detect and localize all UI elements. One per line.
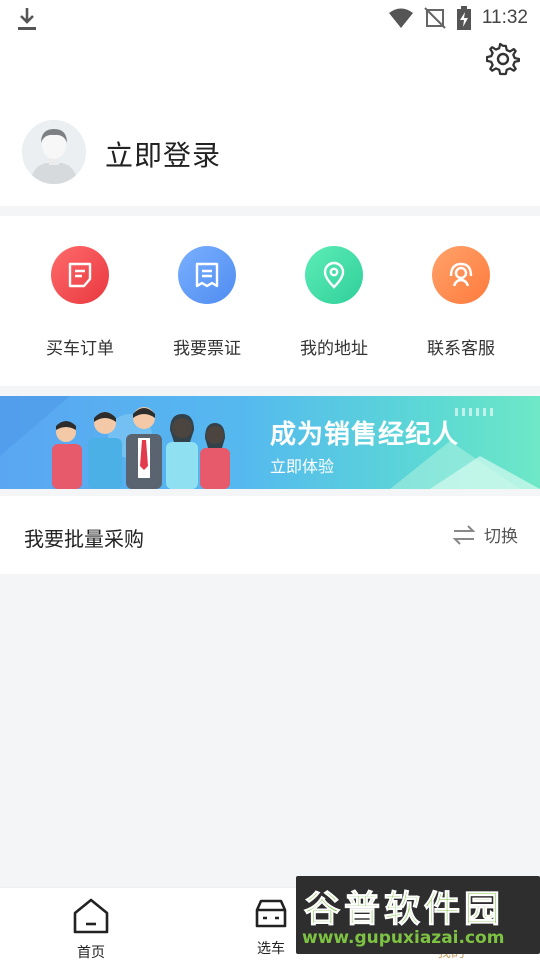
action-receipts[interactable]: 我要票证 — [143, 246, 271, 359]
sales-agent-banner[interactable]: 成为销售经纪人 立即体验 — [0, 396, 540, 489]
no-signal-icon — [424, 7, 446, 29]
action-buy-orders[interactable]: 买车订单 — [16, 246, 144, 359]
switch-label: 切换 — [484, 527, 518, 547]
location-icon — [305, 246, 363, 304]
status-icons: 11:32 — [388, 4, 528, 32]
banner-title: 成为销售经纪人 — [270, 420, 460, 450]
profile-header: 立即登录 — [0, 36, 540, 206]
status-bar: 11:32 — [0, 0, 540, 36]
battery-charging-icon — [456, 6, 471, 30]
download-icon — [18, 8, 36, 30]
headset-icon — [432, 246, 490, 304]
site-watermark: 谷普软件园 www.gupuxiazai.com — [296, 876, 540, 954]
swap-arrows-icon — [452, 524, 476, 545]
clock: 11:32 — [481, 7, 528, 28]
switch-button[interactable]: 切换 — [452, 522, 518, 547]
banner-subtitle: 立即体验 — [270, 457, 335, 476]
action-customer-service[interactable]: 联系客服 — [397, 246, 525, 359]
watermark-name: 谷普软件园 — [303, 889, 505, 931]
tab-home[interactable]: 首页 — [46, 896, 136, 960]
action-address[interactable]: 我的地址 — [270, 246, 398, 359]
action-label: 我要票证 — [173, 339, 241, 359]
default-avatar-icon — [22, 120, 86, 184]
watermark-url: www.gupuxiazai.com — [302, 928, 505, 948]
action-label: 买车订单 — [46, 339, 114, 359]
receipt-icon — [178, 246, 236, 304]
action-label: 我的地址 — [300, 339, 368, 359]
car-icon — [255, 899, 287, 928]
bulk-purchase-row: 我要批量采购 切换 — [0, 496, 540, 574]
wifi-icon — [388, 8, 413, 28]
order-icon — [51, 246, 109, 304]
quick-actions: 买车订单 我要票证 我的地址 联系客服 — [0, 216, 540, 386]
tab-label: 首页 — [77, 945, 105, 960]
home-icon — [73, 898, 109, 934]
avatar[interactable] — [22, 120, 86, 184]
bulk-purchase-label: 我要批量采购 — [24, 527, 144, 551]
action-label: 联系客服 — [427, 339, 495, 359]
login-link[interactable]: 立即登录 — [105, 134, 221, 174]
settings-gear-icon[interactable] — [486, 42, 520, 76]
